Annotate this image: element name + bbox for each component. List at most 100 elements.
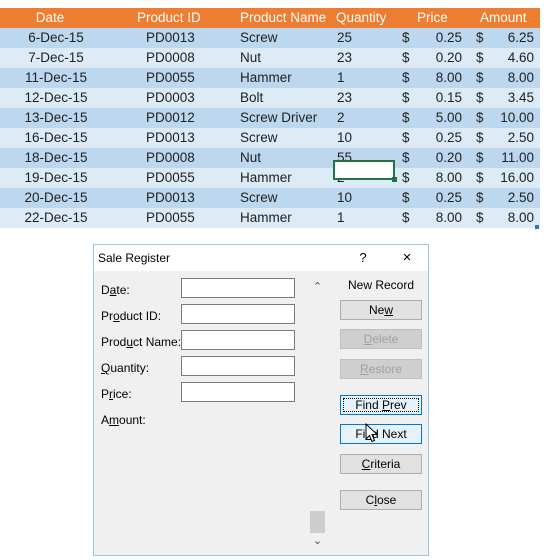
cell-product-name[interactable]: Nut xyxy=(240,48,261,68)
cell-product-name[interactable]: Screw xyxy=(240,188,278,208)
header-price[interactable]: Price xyxy=(417,8,448,28)
cell-product-id[interactable]: PD0013 xyxy=(146,28,195,48)
help-button[interactable]: ? xyxy=(352,247,374,269)
header-product-name[interactable]: Product Name xyxy=(240,8,326,28)
header-date[interactable]: Date xyxy=(0,8,100,28)
cell-amount-currency[interactable]: $ xyxy=(476,188,484,208)
cell-product-id[interactable]: PD0013 xyxy=(146,188,195,208)
date-field[interactable] xyxy=(181,278,295,298)
cell-product-name[interactable]: Bolt xyxy=(240,88,263,108)
cell-quantity[interactable]: 1 xyxy=(337,208,345,228)
cell-product-id[interactable]: PD0013 xyxy=(146,128,195,148)
cell-amount[interactable]: 6.25 xyxy=(486,28,534,48)
cell-price[interactable]: 0.15 xyxy=(412,88,462,108)
header-quantity[interactable]: Quantity xyxy=(336,8,386,28)
cell-amount[interactable]: 2.50 xyxy=(486,188,534,208)
quantity-field[interactable] xyxy=(181,356,295,376)
cell-quantity[interactable]: 25 xyxy=(337,28,352,48)
cell-date[interactable]: 22-Dec-15 xyxy=(21,208,91,228)
restore-button[interactable]: Restore xyxy=(340,359,422,379)
price-field[interactable] xyxy=(181,382,295,402)
cell-product-id[interactable]: PD0012 xyxy=(146,108,195,128)
product-id-field[interactable] xyxy=(181,304,295,324)
cell-product-id[interactable]: PD0003 xyxy=(146,88,195,108)
cell-amount-currency[interactable]: $ xyxy=(476,28,484,48)
cell-date[interactable]: 20-Dec-15 xyxy=(21,188,91,208)
cell-date[interactable]: 6-Dec-15 xyxy=(21,28,91,48)
cell-amount[interactable]: 11.00 xyxy=(486,148,534,168)
cell-amount-currency[interactable]: $ xyxy=(476,68,484,88)
active-cell-selection[interactable] xyxy=(333,160,397,182)
cell-price[interactable]: 0.25 xyxy=(412,128,462,148)
cell-price-currency[interactable]: $ xyxy=(402,68,410,88)
close-icon[interactable]: × xyxy=(396,247,418,269)
cell-amount[interactable]: 10.00 xyxy=(486,108,534,128)
find-prev-button[interactable]: Find Prev xyxy=(340,395,422,415)
header-amount[interactable]: Amount xyxy=(480,8,527,28)
cell-amount[interactable]: 3.45 xyxy=(486,88,534,108)
cell-amount-currency[interactable]: $ xyxy=(476,108,484,128)
cell-price-currency[interactable]: $ xyxy=(402,88,410,108)
cell-quantity[interactable]: 23 xyxy=(337,88,352,108)
cell-product-id[interactable]: PD0055 xyxy=(146,208,195,228)
cell-price-currency[interactable]: $ xyxy=(402,28,410,48)
cell-amount[interactable]: 16.00 xyxy=(486,168,534,188)
cell-price-currency[interactable]: $ xyxy=(402,148,410,168)
cell-product-id[interactable]: PD0008 xyxy=(146,48,195,68)
criteria-button[interactable]: Criteria xyxy=(340,454,422,474)
dialog-titlebar[interactable]: Sale Register ? × xyxy=(94,245,428,271)
cell-product-id[interactable]: PD0008 xyxy=(146,148,195,168)
cell-price[interactable]: 8.00 xyxy=(412,68,462,88)
cell-product-id[interactable]: PD0055 xyxy=(146,68,195,88)
new-button[interactable]: New xyxy=(340,300,422,320)
cell-product-name[interactable]: Screw xyxy=(240,128,278,148)
cell-amount[interactable]: 4.60 xyxy=(486,48,534,68)
cell-amount-currency[interactable]: $ xyxy=(476,128,484,148)
table-resize-handle[interactable] xyxy=(535,225,539,229)
cell-date[interactable]: 18-Dec-15 xyxy=(21,148,91,168)
cell-product-name[interactable]: Hammer xyxy=(240,68,292,88)
cell-price-currency[interactable]: $ xyxy=(402,108,410,128)
cell-amount-currency[interactable]: $ xyxy=(476,208,484,228)
scrollbar-thumb[interactable] xyxy=(310,511,325,533)
cell-price[interactable]: 0.25 xyxy=(412,28,462,48)
cell-quantity[interactable]: 2 xyxy=(337,108,345,128)
cell-date[interactable]: 16-Dec-15 xyxy=(21,128,91,148)
cell-price[interactable]: 8.00 xyxy=(412,168,462,188)
cell-product-name[interactable]: Nut xyxy=(240,148,261,168)
cell-amount[interactable]: 2.50 xyxy=(486,128,534,148)
cell-price[interactable]: 0.25 xyxy=(412,188,462,208)
header-product-id[interactable]: Product ID xyxy=(137,8,201,28)
cell-quantity[interactable]: 10 xyxy=(337,128,352,148)
cell-quantity[interactable]: 23 xyxy=(337,48,352,68)
scroll-down-icon[interactable]: ⌄ xyxy=(309,533,326,549)
cell-product-name[interactable]: Hammer xyxy=(240,208,292,228)
cell-price-currency[interactable]: $ xyxy=(402,168,410,188)
cell-product-name[interactable]: Screw xyxy=(240,28,278,48)
cell-quantity[interactable]: 10 xyxy=(337,188,352,208)
cell-product-name[interactable]: Screw Driver xyxy=(240,108,317,128)
cell-date[interactable]: 13-Dec-15 xyxy=(21,108,91,128)
cell-price[interactable]: 8.00 xyxy=(412,208,462,228)
cell-date[interactable]: 12-Dec-15 xyxy=(21,88,91,108)
scroll-up-icon[interactable]: ⌃ xyxy=(309,279,326,295)
cell-amount-currency[interactable]: $ xyxy=(476,48,484,68)
cell-product-id[interactable]: PD0055 xyxy=(146,168,195,188)
cell-amount-currency[interactable]: $ xyxy=(476,88,484,108)
cell-date[interactable]: 19-Dec-15 xyxy=(21,168,91,188)
cell-price-currency[interactable]: $ xyxy=(402,48,410,68)
cell-date[interactable]: 11-Dec-15 xyxy=(21,68,91,88)
cell-price-currency[interactable]: $ xyxy=(402,188,410,208)
cell-price[interactable]: 5.00 xyxy=(412,108,462,128)
cell-amount[interactable]: 8.00 xyxy=(486,208,534,228)
cell-price-currency[interactable]: $ xyxy=(402,208,410,228)
cell-amount-currency[interactable]: $ xyxy=(476,168,484,188)
cell-amount[interactable]: 8.00 xyxy=(486,68,534,88)
product-name-field[interactable] xyxy=(181,330,295,350)
find-next-button[interactable]: Find Next xyxy=(340,424,422,444)
close-button[interactable]: Close xyxy=(340,490,422,510)
cell-product-name[interactable]: Hammer xyxy=(240,168,292,188)
cell-price[interactable]: 0.20 xyxy=(412,48,462,68)
cell-date[interactable]: 7-Dec-15 xyxy=(21,48,91,68)
cell-price[interactable]: 0.20 xyxy=(412,148,462,168)
